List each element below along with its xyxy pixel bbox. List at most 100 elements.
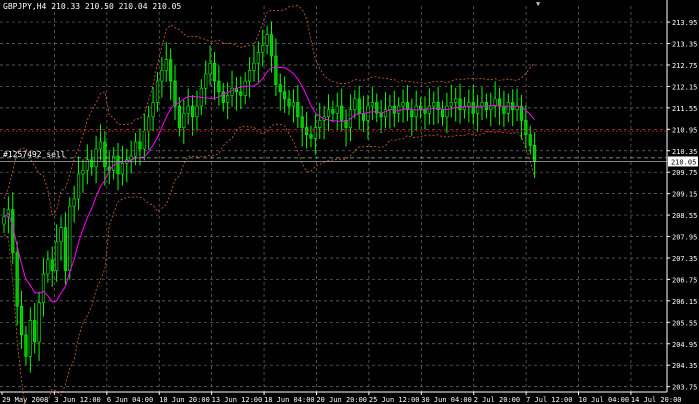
time-tick-label: 30 Jun 04:00 xyxy=(421,396,472,404)
price-tick-label: 207.95 xyxy=(672,234,697,242)
candle-body xyxy=(243,80,247,96)
candle-body xyxy=(331,109,335,114)
price-tick-label: 206.75 xyxy=(672,276,697,284)
candle-body xyxy=(59,227,63,243)
candle-body xyxy=(410,109,414,118)
price-tick-label: 211.55 xyxy=(672,105,697,113)
candle-body xyxy=(212,62,217,82)
candle-body xyxy=(33,320,37,343)
time-tick-label: 2 Jul 20:00 xyxy=(474,396,520,404)
candle-body xyxy=(524,120,528,135)
candle-body xyxy=(423,109,427,114)
candle-body xyxy=(502,105,506,114)
candle-body xyxy=(190,105,195,118)
candle-body xyxy=(326,109,331,118)
candle-body xyxy=(147,116,151,132)
candle-body xyxy=(533,145,537,162)
candle-body xyxy=(361,112,366,121)
candle-body xyxy=(239,91,243,96)
scroll-arrow-icon[interactable]: ▼ xyxy=(536,0,540,8)
price-tick-label: 213.35 xyxy=(672,41,697,49)
candle-body xyxy=(335,105,339,114)
time-tick-label: 20 Jun 20:00 xyxy=(316,396,367,404)
candle-body xyxy=(353,98,357,110)
candle-body xyxy=(261,45,265,53)
candle-body xyxy=(177,105,182,128)
candle-body xyxy=(440,109,445,118)
candle-body xyxy=(445,105,449,118)
candle-body xyxy=(160,70,164,82)
candle-body xyxy=(2,216,6,225)
time-tick-label: 7 Jul 12:00 xyxy=(526,396,572,404)
candle-body xyxy=(467,102,471,107)
candle-body xyxy=(15,252,19,307)
candle-body xyxy=(497,98,502,107)
candle-body xyxy=(379,112,383,118)
candle-body xyxy=(256,52,260,64)
candle-body xyxy=(357,98,361,114)
candle-body xyxy=(46,259,50,275)
candle-body xyxy=(24,334,28,357)
symbol-label: GBPJPY,H4 xyxy=(3,2,47,11)
time-tick-label: 13 Jun 12:00 xyxy=(212,396,263,404)
candle-body xyxy=(528,134,532,146)
candle-body xyxy=(397,105,401,114)
candle-body xyxy=(300,116,304,128)
time-tick-label: 10 Jul 04:00 xyxy=(579,396,630,404)
candle-body xyxy=(401,102,405,107)
candle-body xyxy=(489,105,493,110)
candle-body xyxy=(81,170,85,175)
candle-body xyxy=(41,273,46,303)
candle-body xyxy=(506,102,510,114)
candle-body xyxy=(432,102,436,107)
price-tick-label: 207.35 xyxy=(672,255,697,263)
candle-body xyxy=(221,91,225,103)
candle-body xyxy=(370,102,374,107)
price-tick-label: 208.55 xyxy=(672,212,697,220)
price-tick-label: 209.15 xyxy=(672,191,697,199)
candle-body xyxy=(204,73,208,89)
candle-body xyxy=(226,95,230,103)
price-tick-label: 210.35 xyxy=(672,148,697,156)
candle-body xyxy=(142,130,146,150)
candle-body xyxy=(471,102,475,114)
candle-body xyxy=(186,105,190,114)
candle-body xyxy=(230,87,234,96)
candle-body xyxy=(383,109,388,118)
candle-body xyxy=(283,91,287,100)
candle-body xyxy=(414,105,418,118)
candle-body xyxy=(427,105,431,114)
price-tick-label: 203.75 xyxy=(672,384,697,392)
candle-body xyxy=(208,62,212,75)
candle-body xyxy=(309,134,313,139)
candle-body xyxy=(90,159,94,168)
candle-body xyxy=(340,105,344,121)
price-tick-label: 210.95 xyxy=(672,126,697,134)
candle-body xyxy=(19,305,24,336)
price-tick-label: 205.55 xyxy=(672,319,697,327)
time-tick-label: 25 Jun 12:00 xyxy=(369,396,420,404)
price-tick-label: 204.95 xyxy=(672,341,697,349)
order-label: #1257492 sell xyxy=(3,149,66,159)
candle-body xyxy=(94,148,98,168)
candle-body xyxy=(164,59,168,71)
chart-header: GBPJPY,H4 210.33 210.50 210.04 210.05 xyxy=(3,2,181,12)
candle-body xyxy=(138,141,142,150)
candle-body xyxy=(112,155,116,171)
candle-body xyxy=(269,34,274,57)
candlestick-chart: 210.05 213.95 213.35 212.75 212.15 211.55 210… xyxy=(0,0,699,404)
candle-body xyxy=(129,155,133,160)
candle-body xyxy=(120,162,125,175)
price-tick-label: 212.15 xyxy=(672,83,697,91)
candle-body xyxy=(37,302,41,343)
time-tick-label: 14 Jul 20:00 xyxy=(631,396,682,404)
candle-body xyxy=(252,62,256,71)
time-tick-label: 10 Jun 20:00 xyxy=(159,396,210,404)
candle-body xyxy=(133,141,138,157)
candle-body xyxy=(318,120,322,128)
price-tick-label: 204.35 xyxy=(672,362,697,370)
candle-body xyxy=(265,34,269,46)
time-tick-label: 29 May 2008 xyxy=(2,396,48,404)
candle-body xyxy=(247,70,252,82)
candle-body xyxy=(76,173,81,200)
